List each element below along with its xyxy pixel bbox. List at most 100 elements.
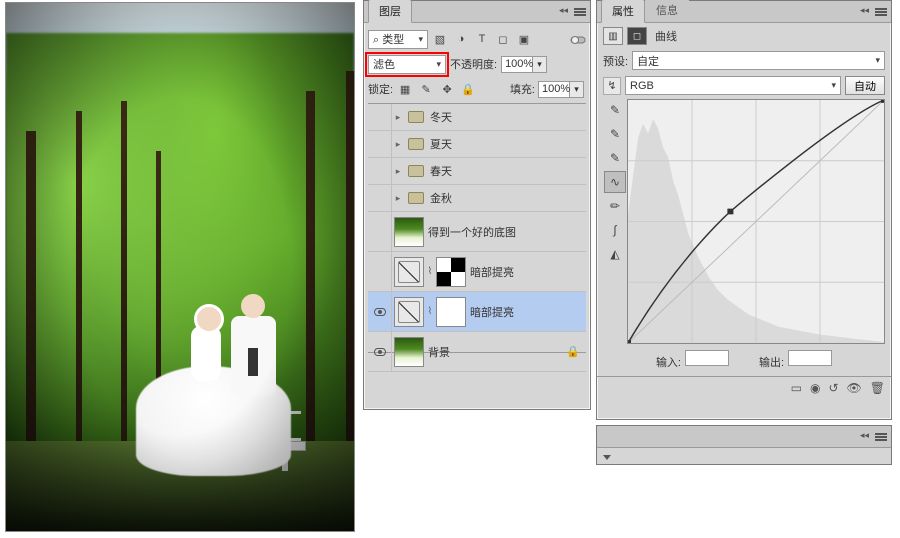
collapse-icon[interactable]: ◂◂	[860, 5, 869, 16]
delete-adjustment-icon[interactable]: 🗑	[870, 381, 885, 395]
output-label: 输出:	[759, 350, 832, 370]
curve-point[interactable]	[628, 340, 631, 343]
panel-menu-icon[interactable]	[875, 5, 887, 16]
layer-name-label[interactable]: 冬天	[428, 109, 452, 125]
lock-all-icon[interactable]: 🔒	[459, 80, 477, 98]
mask-thumbnail[interactable]	[436, 257, 466, 287]
filter-toggle[interactable]	[570, 33, 586, 50]
opacity-field[interactable]: 100%▾	[501, 56, 549, 73]
folder-icon	[408, 192, 424, 204]
tab-layers[interactable]: 图层	[368, 0, 412, 23]
pencil-tool-icon[interactable]: ✏	[604, 195, 626, 217]
visibility-toggle[interactable]	[368, 292, 392, 331]
collapse-icon[interactable]: ◂◂	[860, 430, 869, 441]
tab-info[interactable]: 信息	[645, 0, 689, 22]
reset-icon[interactable]: ↺	[828, 381, 838, 395]
adjustment-thumbnail[interactable]	[394, 297, 424, 327]
curves-graph[interactable]	[627, 99, 885, 344]
panel-menu-icon[interactable]	[875, 430, 887, 441]
expand-icon[interactable]	[603, 455, 611, 460]
layer-row[interactable]: ▸ 金秋	[368, 185, 586, 212]
layer-name-label[interactable]: 暗部提亮	[468, 304, 514, 320]
document-canvas[interactable]	[5, 2, 355, 532]
expand-icon[interactable]: ▸	[392, 112, 404, 123]
fill-label: 填充:	[510, 81, 535, 97]
filter-adjust-icon[interactable]: ◑	[452, 30, 470, 48]
eyedropper-black-icon[interactable]: ✎	[604, 99, 626, 121]
curve-point[interactable]	[881, 100, 884, 103]
folder-icon	[408, 138, 424, 150]
blend-mode-dropdown[interactable]: 滤色▾	[368, 55, 446, 74]
auto-button[interactable]: 自动	[845, 76, 885, 95]
preset-label: 预设:	[603, 53, 628, 69]
lock-pixels-icon[interactable]: ✎	[417, 80, 435, 98]
visibility-toggle[interactable]	[368, 252, 392, 291]
layer-row[interactable]: ⌇ 暗部提亮	[368, 292, 586, 332]
layer-row[interactable]: ▸ 春天	[368, 158, 586, 185]
channel-dropdown[interactable]: RGB▾	[625, 76, 841, 95]
mask-icon[interactable]: ◻	[627, 27, 647, 45]
panel-tabstrip: 图层 ◂◂	[364, 1, 590, 23]
expand-icon[interactable]: ▸	[392, 166, 404, 177]
expand-icon[interactable]: ▸	[392, 139, 404, 150]
layer-name-label[interactable]: 得到一个好的底图	[426, 224, 516, 240]
view-previous-icon[interactable]: ◉	[810, 381, 820, 395]
input-label: 输入:	[656, 350, 729, 370]
opacity-label: 不透明度:	[450, 56, 497, 72]
channel-icon[interactable]: ↯	[603, 77, 621, 95]
visibility-toggle[interactable]	[368, 131, 392, 157]
layer-thumbnail[interactable]	[394, 337, 424, 367]
filter-image-icon[interactable]: ▧	[431, 30, 449, 48]
properties-footer: ▭ ◉ ↺ 👁 🗑	[597, 376, 891, 398]
lock-label: 锁定:	[368, 81, 393, 97]
visibility-toggle[interactable]	[368, 158, 392, 184]
histogram-toggle-icon[interactable]: ◭	[604, 243, 626, 265]
tab-properties[interactable]: 属性	[601, 0, 645, 23]
panel-menu-icon[interactable]	[574, 5, 586, 16]
visibility-toggle[interactable]	[368, 185, 392, 211]
visibility-toggle[interactable]	[368, 332, 392, 371]
lock-transparency-icon[interactable]: ▦	[396, 80, 414, 98]
adjustment-name: 曲线	[651, 28, 677, 44]
smooth-tool-icon[interactable]: ∫	[604, 219, 626, 241]
layer-name-label[interactable]: 春天	[428, 163, 452, 179]
visibility-toggle[interactable]	[368, 212, 392, 251]
fill-field[interactable]: 100%▾	[538, 81, 586, 98]
eyedropper-gray-icon[interactable]: ✎	[604, 123, 626, 145]
layer-row[interactable]: 得到一个好的底图	[368, 212, 586, 252]
layer-row[interactable]: ▸ 冬天	[368, 104, 586, 131]
filter-smart-icon[interactable]: ▣	[515, 30, 533, 48]
curve-point[interactable]	[727, 209, 733, 215]
clip-to-layer-icon[interactable]: ▭	[791, 381, 802, 395]
lock-position-icon[interactable]: ✥	[438, 80, 456, 98]
layer-name-label[interactable]: 背景	[426, 344, 450, 360]
mask-thumbnail[interactable]	[436, 297, 466, 327]
filter-shape-icon[interactable]: ◻	[494, 30, 512, 48]
layer-row[interactable]: 背景 🔒	[368, 332, 586, 372]
adjustment-type-icon[interactable]: ▥	[603, 27, 623, 45]
collapsed-panel[interactable]: ◂◂	[596, 425, 892, 465]
layer-filter-dropdown[interactable]: ⌕ 类型 ▾	[368, 30, 428, 49]
adjustment-thumbnail[interactable]	[394, 257, 424, 287]
lock-icon: 🔒	[566, 345, 580, 358]
layer-name-label[interactable]: 暗部提亮	[468, 264, 514, 280]
layer-row[interactable]: ▸ 夏天	[368, 131, 586, 158]
folder-icon	[408, 111, 424, 123]
vignette	[6, 3, 354, 531]
folder-icon	[408, 165, 424, 177]
layer-row[interactable]: ⌇ 暗部提亮	[368, 252, 586, 292]
collapse-icon[interactable]: ◂◂	[559, 5, 568, 16]
layer-name-label[interactable]: 金秋	[428, 190, 452, 206]
layer-thumbnail[interactable]	[394, 217, 424, 247]
filter-type-icon[interactable]: T	[473, 30, 491, 48]
toggle-visibility-icon[interactable]: 👁	[847, 381, 862, 395]
link-icon[interactable]: ⌇	[426, 306, 434, 317]
expand-icon[interactable]: ▸	[392, 193, 404, 204]
visibility-toggle[interactable]	[368, 104, 392, 130]
eyedropper-white-icon[interactable]: ✎	[604, 147, 626, 169]
link-icon[interactable]: ⌇	[426, 266, 434, 277]
preset-dropdown[interactable]: 自定▾	[632, 51, 885, 70]
point-curve-tool-icon[interactable]: ∿	[604, 171, 626, 193]
layer-name-label[interactable]: 夏天	[428, 136, 452, 152]
layers-panel: 图层 ◂◂ ⌕ 类型 ▾ ▧ ◑ T ◻ ▣ 滤色▾ 不透明度:	[363, 0, 591, 410]
